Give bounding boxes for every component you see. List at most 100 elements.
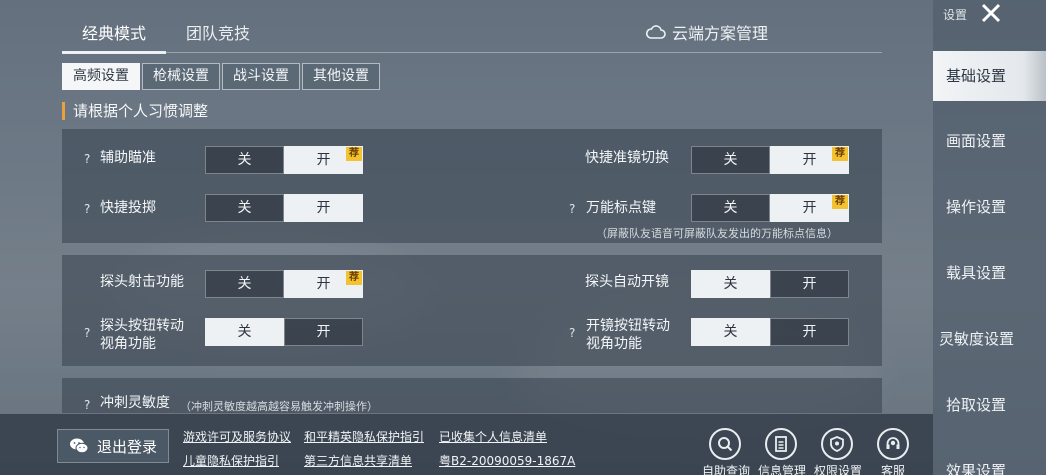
sidebar-header: 设置 [943, 6, 967, 23]
sidebar-item-vehicle-settings[interactable]: 载具设置 [933, 248, 1046, 298]
child-privacy-link[interactable]: 儿童隐私保护指引 [183, 452, 279, 469]
shield-icon [821, 428, 853, 460]
quick-scope-switch-off-option[interactable]: 关 [691, 146, 770, 174]
quick-scope-switch-on-option[interactable]: 开荐 [770, 146, 849, 174]
logout-label: 退出登录 [96, 437, 157, 456]
help-icon[interactable]: ? [84, 326, 90, 340]
scope-button-rotate-label-line2: 视角功能 [586, 336, 642, 352]
recommended-badge: 荐 [346, 271, 362, 285]
help-icon[interactable]: ? [84, 398, 90, 412]
icp-license-link[interactable]: 粤B2-20090059-1867A [439, 452, 575, 469]
settings-main-area: 经典模式 团队竞技 云端方案管理 高频设置 枪械设置 战斗设置 其他设置 请根据… [0, 0, 933, 475]
aim-assist-on-option[interactable]: 开荐 [284, 146, 363, 174]
peek-auto-scope-off-option[interactable]: 关 [691, 270, 770, 298]
section-title: 请根据个人习惯调整 [62, 102, 208, 120]
aim-assist-off-option[interactable]: 关 [205, 146, 284, 174]
universal-marker-label: 万能标点键 [586, 200, 656, 216]
wechat-icon [69, 438, 89, 454]
cloud-icon [645, 25, 666, 39]
aim-assist-label: 辅助瞄准 [100, 150, 156, 166]
peek-fire-toggle: 关 开荐 [205, 270, 363, 298]
settings-panel-1: ? 辅助瞄准 关 开荐 快捷准镜切换 关 开荐 ? 快捷投掷 关 开 ? 万能标… [62, 129, 882, 243]
recommended-badge: 荐 [832, 147, 848, 161]
peek-button-rotate-label-line1: 探头按钮转动 [100, 318, 184, 334]
universal-marker-on-option[interactable]: 开荐 [770, 194, 849, 222]
scope-button-rotate-off-option[interactable]: 关 [691, 318, 770, 346]
third-party-sharing-link[interactable]: 第三方信息共享清单 [304, 452, 412, 469]
magnifier-icon [709, 428, 741, 460]
subtab-other-settings[interactable]: 其他设置 [302, 63, 380, 90]
settings-panel-3: ? 冲刺灵敏度 （冲刺灵敏度越高越容易触发冲刺操作） [62, 378, 882, 413]
customer-service-label: 客服 [880, 464, 905, 475]
universal-marker-note: （屏蔽队友语音可屏蔽队友发出的万能标点信息） [596, 227, 838, 240]
cloud-plan-management-label: 云端方案管理 [671, 24, 768, 43]
peek-fire-off-option[interactable]: 关 [205, 270, 284, 298]
self-help-label: 自助查询 [702, 464, 751, 475]
quick-throw-on-option[interactable]: 开 [284, 194, 363, 222]
peek-button-rotate-toggle: 关 开 [205, 318, 363, 346]
sidebar-item-effect-settings[interactable]: 效果设置 [933, 446, 1046, 475]
collected-info-link[interactable]: 已收集个人信息清单 [439, 428, 547, 445]
settings-panel-2: 探头射击功能 关 开荐 探头自动开镜 关 开 ? 探头按钮转动 视角功能 关 开… [62, 255, 882, 366]
sidebar-item-pickup-settings[interactable]: 拾取设置 [933, 380, 1046, 430]
sidebar-item-graphics-settings[interactable]: 画面设置 [933, 116, 1046, 166]
peek-button-rotate-label-line2: 视角功能 [100, 336, 156, 352]
recommended-badge: 荐 [832, 195, 848, 209]
peek-fire-on-option[interactable]: 开荐 [284, 270, 363, 298]
scope-button-rotate-toggle: 关 开 [691, 318, 849, 346]
info-management-button[interactable]: 信息管理 [758, 428, 807, 475]
quick-throw-label: 快捷投掷 [100, 200, 156, 216]
scope-button-rotate-label-line1: 开镜按钮转动 [586, 318, 670, 334]
subtab-weapon-settings[interactable]: 枪械设置 [142, 63, 220, 90]
permission-settings-label: 权限设置 [814, 464, 863, 475]
subtab-frequent-settings[interactable]: 高频设置 [62, 63, 140, 90]
sidebar-header-label: 设置 [943, 8, 968, 22]
close-icon[interactable] [978, 0, 1004, 26]
aim-assist-toggle: 关 开荐 [205, 146, 363, 174]
peek-auto-scope-toggle: 关 开 [691, 270, 849, 298]
privacy-guide-link[interactable]: 和平精英隐私保护指引 [304, 428, 424, 445]
help-icon[interactable]: ? [569, 202, 575, 216]
permission-settings-button[interactable]: 权限设置 [814, 428, 863, 475]
option-label: 开 [316, 276, 331, 292]
subtab-combat-settings[interactable]: 战斗设置 [222, 63, 300, 90]
cloud-plan-management-button[interactable]: 云端方案管理 [645, 20, 768, 44]
option-label: 开 [316, 152, 331, 168]
option-label: 开 [802, 200, 817, 216]
peek-auto-scope-on-option[interactable]: 开 [770, 270, 849, 298]
info-management-label: 信息管理 [758, 464, 807, 475]
sprint-sensitivity-note: （冲刺灵敏度越高越容易触发冲刺操作） [180, 400, 378, 413]
sidebar-item-basic-settings[interactable]: 基础设置 [933, 51, 1046, 101]
logout-button[interactable]: 退出登录 [57, 429, 169, 463]
sidebar-item-control-settings[interactable]: 操作设置 [933, 182, 1046, 232]
help-icon[interactable]: ? [84, 202, 90, 216]
peek-fire-label: 探头射击功能 [100, 274, 184, 290]
quick-throw-toggle: 关 开 [205, 194, 363, 222]
recommended-badge: 荐 [346, 147, 362, 161]
license-agreement-link[interactable]: 游戏许可及服务协议 [183, 428, 291, 445]
sprint-sensitivity-label: 冲刺灵敏度 [100, 395, 170, 411]
sidebar-item-sensitivity-settings[interactable]: 灵敏度设置 [933, 314, 1046, 364]
tab-team-deathmatch[interactable]: 团队竞技 [166, 12, 270, 52]
help-icon[interactable]: ? [84, 152, 90, 166]
peek-button-rotate-on-option[interactable]: 开 [284, 318, 363, 346]
self-help-button[interactable]: 自助查询 [702, 428, 751, 475]
quick-throw-off-option[interactable]: 关 [205, 194, 284, 222]
document-icon [765, 428, 797, 460]
peek-button-rotate-off-option[interactable]: 关 [205, 318, 284, 346]
mode-tabs: 经典模式 团队竞技 [62, 12, 270, 54]
sub-tabs: 高频设置 枪械设置 战斗设置 其他设置 [62, 63, 380, 90]
quick-scope-switch-label: 快捷准镜切换 [585, 150, 669, 166]
help-icon[interactable]: ? [569, 326, 575, 340]
settings-sidebar: 设置 基础设置 画面设置 操作设置 载具设置 灵敏度设置 拾取设置 效果设置 [933, 0, 1046, 475]
quick-scope-switch-toggle: 关 开荐 [691, 146, 849, 174]
universal-marker-toggle: 关 开荐 [691, 194, 849, 222]
scope-button-rotate-on-option[interactable]: 开 [770, 318, 849, 346]
universal-marker-off-option[interactable]: 关 [691, 194, 770, 222]
customer-service-button[interactable]: 客服 [870, 428, 916, 475]
headset-icon [877, 428, 909, 460]
option-label: 开 [802, 152, 817, 168]
peek-auto-scope-label: 探头自动开镜 [585, 274, 669, 290]
tabs-divider [62, 52, 882, 53]
tab-classic-mode[interactable]: 经典模式 [62, 12, 167, 54]
